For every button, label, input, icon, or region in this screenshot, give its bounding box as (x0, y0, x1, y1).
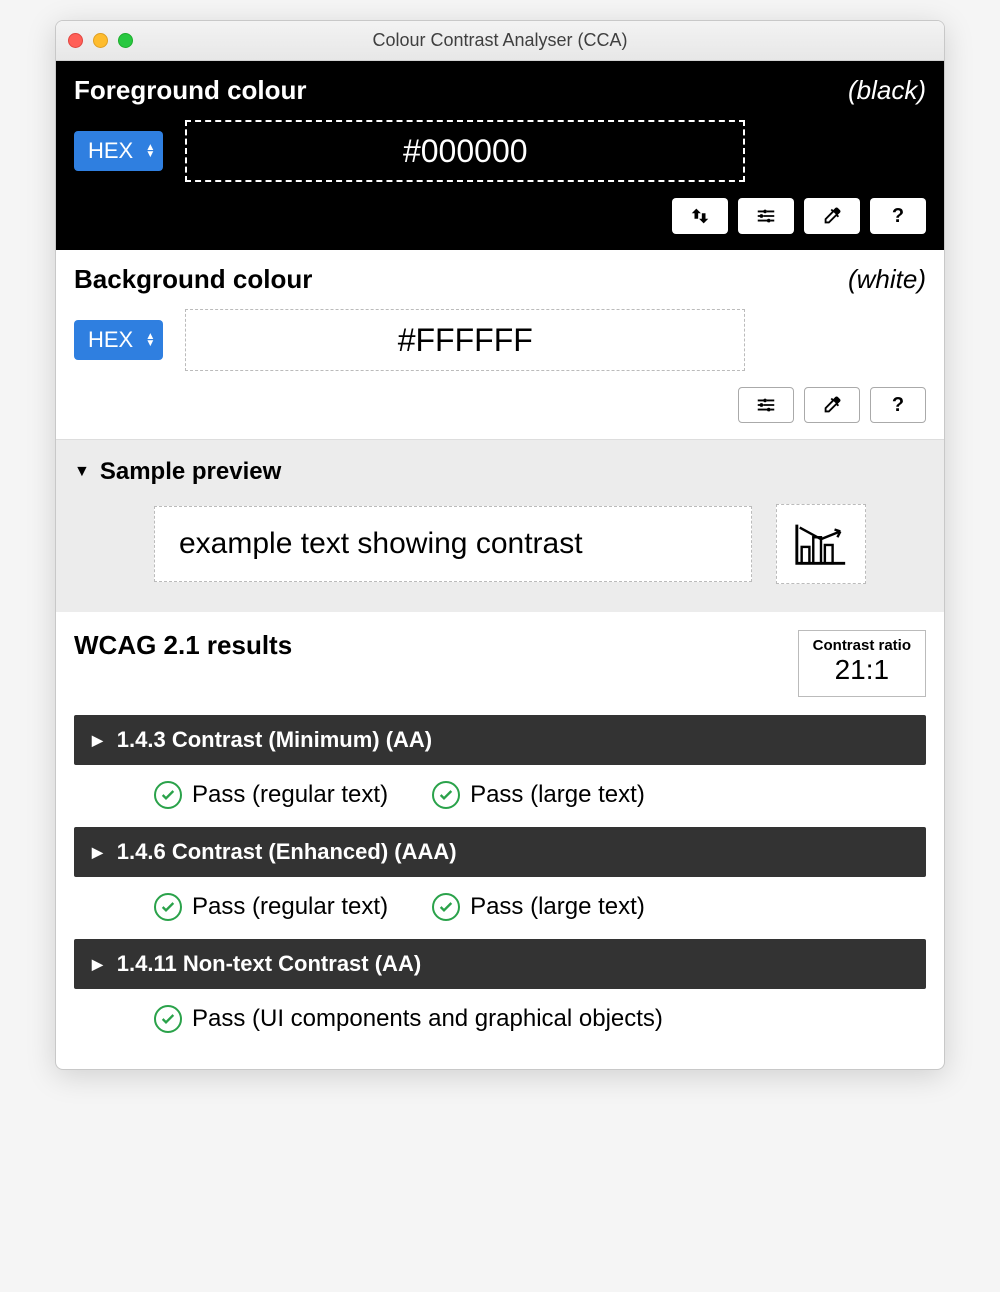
pass-item: Pass (large text) (432, 893, 645, 921)
chevron-right-icon: ▶ (92, 732, 103, 749)
check-circle-icon (432, 893, 460, 921)
background-format-select[interactable]: HEX ▲▼ (74, 320, 163, 360)
sample-chart-box (776, 504, 866, 584)
criteria-toggle[interactable]: ▶ 1.4.11 Non-text Contrast (AA) (74, 939, 926, 989)
sample-preview-section: ▼ Sample preview example text showing co… (56, 440, 944, 612)
criteria-pass-row: Pass (UI components and graphical object… (74, 989, 926, 1051)
foreground-hex-input[interactable]: #000000 (185, 120, 745, 182)
sample-preview-heading: Sample preview (100, 458, 281, 486)
foreground-panel: Foreground colour (black) HEX ▲▼ #000000 (56, 61, 944, 250)
foreground-sliders-button[interactable] (738, 198, 794, 234)
results-section: WCAG 2.1 results Contrast ratio 21:1 ▶ 1.… (56, 612, 944, 1069)
pass-item: Pass (UI components and graphical object… (154, 1005, 663, 1033)
pass-item: Pass (regular text) (154, 893, 388, 921)
sample-text-box: example text showing contrast (154, 506, 752, 582)
background-panel: Background colour (white) HEX ▲▼ #FFFFFF… (56, 250, 944, 440)
window-title: Colour Contrast Analyser (CCA) (56, 30, 944, 51)
foreground-format-value: HEX (88, 138, 133, 164)
check-circle-icon (154, 1005, 182, 1033)
pass-label: Pass (UI components and graphical object… (192, 1005, 663, 1033)
criteria-title: 1.4.6 Contrast (Enhanced) (AAA) (117, 839, 457, 865)
chevron-down-icon: ▼ (74, 463, 90, 481)
pass-label: Pass (regular text) (192, 893, 388, 921)
sliders-icon (755, 394, 777, 416)
eyedropper-icon (821, 205, 843, 227)
background-format-value: HEX (88, 327, 133, 353)
foreground-eyedropper-button[interactable] (804, 198, 860, 234)
foreground-help-button[interactable]: ? (870, 198, 926, 234)
eyedropper-icon (821, 394, 843, 416)
pass-label: Pass (large text) (470, 781, 645, 809)
foreground-label: Foreground colour (74, 75, 307, 106)
foreground-colour-name: (black) (848, 75, 926, 106)
criteria-toggle[interactable]: ▶ 1.4.3 Contrast (Minimum) (AA) (74, 715, 926, 765)
criteria-title: 1.4.3 Contrast (Minimum) (AA) (117, 727, 432, 753)
check-circle-icon (154, 893, 182, 921)
sliders-icon (755, 205, 777, 227)
contrast-ratio-label: Contrast ratio (813, 637, 911, 654)
background-help-button[interactable]: ? (870, 387, 926, 423)
criteria-pass-row: Pass (regular text) Pass (large text) (74, 877, 926, 939)
check-circle-icon (432, 781, 460, 809)
foreground-hex-value: #000000 (403, 133, 528, 170)
results-heading: WCAG 2.1 results (74, 630, 292, 661)
sample-text: example text showing contrast (179, 527, 583, 560)
swap-colours-button[interactable] (672, 198, 728, 234)
background-hex-input[interactable]: #FFFFFF (185, 309, 745, 371)
criteria-pass-row: Pass (regular text) Pass (large text) (74, 765, 926, 827)
background-label: Background colour (74, 264, 312, 295)
contrast-ratio-value: 21:1 (813, 654, 911, 686)
app-window: Colour Contrast Analyser (CCA) Foregroun… (55, 20, 945, 1070)
sample-preview-toggle[interactable]: ▼ Sample preview (74, 458, 926, 486)
help-icon: ? (892, 205, 904, 228)
background-sliders-button[interactable] (738, 387, 794, 423)
criteria-title: 1.4.11 Non-text Contrast (AA) (117, 951, 421, 977)
pass-item: Pass (large text) (432, 781, 645, 809)
foreground-format-select[interactable]: HEX ▲▼ (74, 131, 163, 171)
pass-label: Pass (regular text) (192, 781, 388, 809)
criteria-toggle[interactable]: ▶ 1.4.6 Contrast (Enhanced) (AAA) (74, 827, 926, 877)
check-circle-icon (154, 781, 182, 809)
chevron-updown-icon: ▲▼ (145, 333, 155, 347)
chevron-right-icon: ▶ (92, 844, 103, 861)
swap-icon (689, 205, 711, 227)
chevron-right-icon: ▶ (92, 956, 103, 973)
pass-item: Pass (regular text) (154, 781, 388, 809)
chevron-updown-icon: ▲▼ (145, 144, 155, 158)
background-colour-name: (white) (848, 264, 926, 295)
help-icon: ? (892, 394, 904, 417)
titlebar: Colour Contrast Analyser (CCA) (56, 21, 944, 61)
background-hex-value: #FFFFFF (398, 322, 533, 359)
contrast-ratio-box: Contrast ratio 21:1 (798, 630, 926, 697)
bar-chart-icon (792, 519, 850, 569)
background-eyedropper-button[interactable] (804, 387, 860, 423)
pass-label: Pass (large text) (470, 893, 645, 921)
